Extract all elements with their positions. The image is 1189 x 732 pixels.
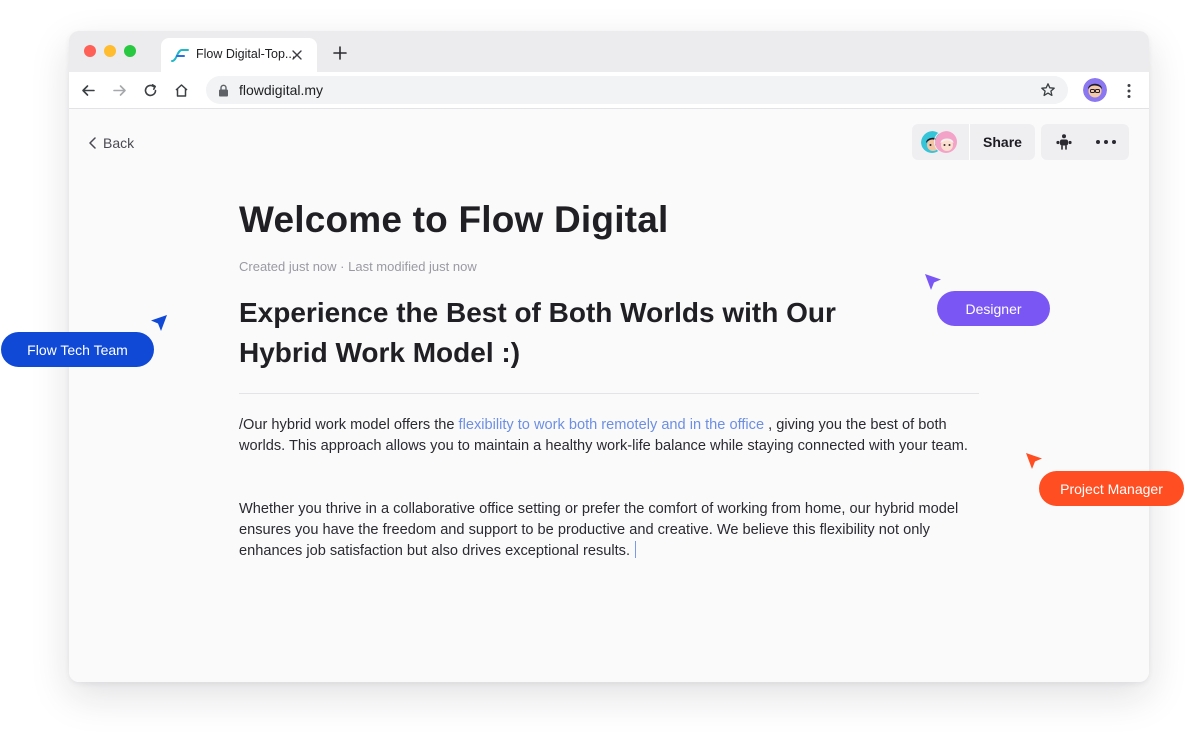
profile-avatar-image	[1083, 78, 1107, 102]
window-minimize-button[interactable]	[104, 45, 116, 57]
avatar	[934, 130, 958, 154]
url-text: flowdigital.my	[239, 82, 324, 98]
paragraph-1[interactable]: /Our hybrid work model offers the flexib…	[239, 415, 984, 457]
share-button-group: Share	[912, 124, 1035, 160]
cursor-icon	[925, 274, 941, 290]
share-button[interactable]: Share	[970, 134, 1035, 150]
plus-icon[interactable]	[333, 46, 347, 60]
browser-tab[interactable]: Flow Digital-Top...	[161, 38, 317, 72]
more-icon[interactable]	[1095, 138, 1117, 146]
star-icon[interactable]	[1040, 82, 1056, 98]
window-maximize-button[interactable]	[124, 45, 136, 57]
kebab-icon[interactable]	[1126, 83, 1132, 99]
tab-strip: Flow Digital-Top...	[69, 31, 1149, 72]
document-meta: Created just now · Last modified just no…	[239, 259, 477, 274]
paragraph-2[interactable]: Whether you thrive in a collaborative of…	[239, 499, 984, 562]
text-caret	[635, 541, 637, 558]
profile-avatar[interactable]	[1083, 78, 1107, 102]
reload-icon[interactable]	[142, 82, 159, 99]
cursor-icon	[151, 315, 167, 331]
close-icon[interactable]	[291, 49, 303, 61]
back-button[interactable]: Back	[88, 133, 134, 153]
stage: Flow Digital-Top... flowdigital.my Back …	[0, 0, 1189, 732]
window-close-button[interactable]	[84, 45, 96, 57]
browser-window: Flow Digital-Top... flowdigital.my Back …	[69, 31, 1149, 682]
divider	[239, 393, 979, 394]
paragraph-2-text: Whether you thrive in a collaborative of…	[239, 501, 959, 559]
document-title[interactable]: Welcome to Flow Digital	[239, 199, 668, 241]
paragraph-1-text-before: /Our hybrid work model offers the	[239, 417, 459, 433]
collaborator-label-flow-tech-team: Flow Tech Team	[1, 332, 154, 367]
flow-logo-icon	[171, 49, 189, 62]
back-label: Back	[103, 135, 135, 151]
lock-icon	[219, 84, 228, 97]
back-arrow-icon[interactable]	[80, 82, 97, 99]
forward-arrow-icon[interactable]	[111, 82, 128, 99]
document-subtitle[interactable]: Experience the Best of Both Worlds with …	[239, 293, 899, 373]
chevron-left-icon	[89, 137, 96, 149]
collaborator-label-project-manager: Project Manager	[1039, 471, 1184, 506]
highlighted-link[interactable]: flexibility to work both remotely and in…	[459, 417, 765, 433]
tab-title: Flow Digital-Top...	[196, 47, 296, 61]
browser-toolbar: flowdigital.my	[69, 72, 1149, 109]
collaborator-label-designer: Designer	[937, 291, 1050, 326]
collaborator-avatars[interactable]	[912, 124, 970, 160]
cursor-icon	[1026, 453, 1042, 469]
address-bar[interactable]: flowdigital.my	[206, 76, 1068, 104]
doc-tools-group	[1041, 124, 1129, 160]
home-icon[interactable]	[173, 82, 190, 99]
bot-icon[interactable]	[1055, 133, 1073, 151]
document-page: Back Share Welcome to Flow Digital Creat…	[69, 109, 1149, 682]
